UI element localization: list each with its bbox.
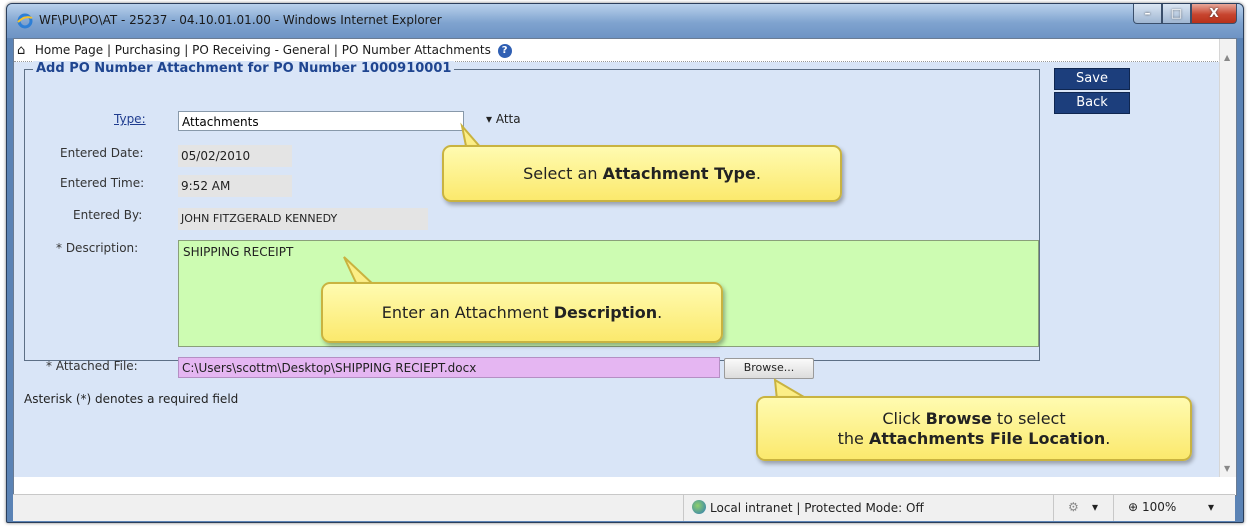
callout-browse: Click Browse to select the Attachments F… [756,396,1192,461]
zoom-icon: ⊕ [1128,500,1139,514]
browse-button[interactable]: Browse... [724,358,814,379]
fieldset-legend: Add PO Number Attachment for PO Number 1… [33,61,455,76]
callout-browse-line1: Click Browse to select [882,408,1066,428]
browser-content: ⌂ Home Page | Purchasing | PO Receiving … [13,38,1237,496]
breadcrumb-bar: ⌂ Home Page | Purchasing | PO Receiving … [14,39,1220,62]
entered-date-value: 05/02/2010 [178,145,292,167]
home-icon[interactable]: ⌂ [17,40,31,62]
close-icon: X [1209,6,1219,20]
status-bar: Local intranet | Protected Mode: Off ⚙ ▾… [13,494,1235,521]
description-label: * Description: [56,241,139,255]
callout-attachment-type: Select an Attachment Type. [442,145,842,202]
attached-file-label: * Attached File: [46,359,138,373]
callout-description: Enter an Attachment Description. [321,282,723,343]
entered-date-label: Entered Date: [60,146,144,160]
zoom-segment[interactable]: ⊕ 100% ▾ [1113,495,1224,521]
scroll-down-icon[interactable]: ▼ [1224,464,1230,473]
protected-mode-segment[interactable]: ⚙ ▾ [1053,495,1114,521]
description-text: SHIPPING RECEIPT [183,245,294,259]
type-select-value: Attachments [182,115,259,129]
back-button[interactable]: Back [1054,92,1130,114]
attached-file-input[interactable]: C:\Users\scottm\Desktop\SHIPPING RECIEPT… [178,357,720,378]
globe-icon [692,500,706,514]
entered-by-value: JOHN FITZGERALD KENNEDY [178,208,428,230]
form-page: Add PO Number Attachment for PO Number 1… [14,61,1219,477]
zone-status: Local intranet | Protected Mode: Off [692,500,924,515]
maximize-button[interactable]: □ [1162,4,1191,24]
zoom-dropdown-icon[interactable]: ▾ [1208,500,1214,514]
breadcrumb[interactable]: Home Page | Purchasing | PO Receiving - … [35,43,491,57]
required-field-note: Asterisk (*) denotes a required field [24,392,239,406]
save-button[interactable]: Save [1054,68,1130,90]
security-dropdown-icon[interactable]: ▾ [1092,500,1098,514]
window-title: WF\PU\PO\AT - 25237 - 04.10.01.01.00 - W… [39,13,442,27]
security-icon: ⚙ [1068,500,1079,514]
attached-file-path: C:\Users\scottm\Desktop\SHIPPING RECIEPT… [182,361,477,375]
entered-time-label: Entered Time: [60,176,145,190]
callout-browse-line2: the Attachments File Location. [837,428,1111,448]
vertical-scrollbar[interactable]: ▲ ▼ [1219,39,1236,477]
type-label[interactable]: Type: [114,112,146,126]
minimize-button[interactable]: – [1133,4,1162,24]
help-icon[interactable]: ? [497,44,512,58]
zoom-level: 100% [1142,500,1177,514]
window-controls: – □ X [1133,4,1237,24]
scroll-up-icon[interactable]: ▲ [1224,53,1230,62]
internet-explorer-icon [17,13,33,29]
type-select[interactable]: Attachments [178,111,464,131]
close-button[interactable]: X [1191,4,1237,24]
callout-type-text: Select an Attachment Type. [523,163,761,183]
minimize-icon: – [1144,6,1151,20]
entered-time-value: 9:52 AM [178,175,292,197]
browser-window: WF\PU\PO\AT - 25237 - 04.10.01.01.00 - W… [6,3,1244,523]
entered-by-label: Entered By: [73,208,143,222]
callout-description-text: Enter an Attachment Description. [381,302,663,322]
maximize-icon: □ [1170,6,1183,20]
zone-segment[interactable]: Local intranet | Protected Mode: Off [683,495,984,521]
title-bar[interactable]: WF\PU\PO\AT - 25237 - 04.10.01.01.00 - W… [7,4,1243,38]
